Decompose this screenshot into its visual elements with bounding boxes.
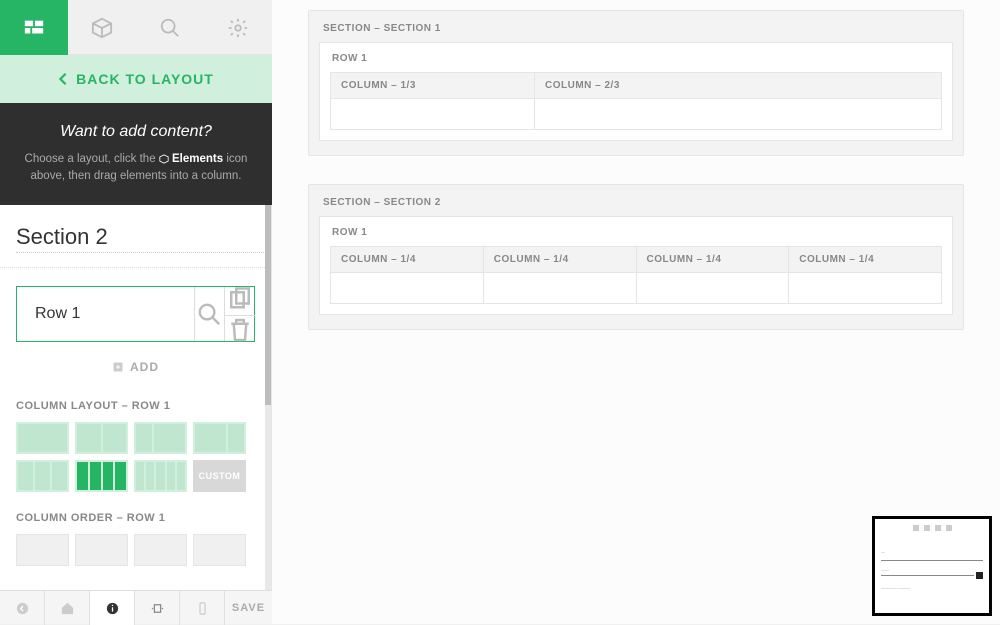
canvas-column[interactable]: COLUMN – 2/3	[534, 72, 942, 130]
column-order-label: COLUMN ORDER – ROW 1	[0, 504, 271, 532]
info-button[interactable]	[90, 591, 135, 625]
canvas-section[interactable]: SECTION – SECTION 1ROW 1COLUMN – 1/3COLU…	[308, 10, 964, 156]
back-to-layout-button[interactable]: BACK TO LAYOUT	[0, 55, 272, 103]
minimap[interactable]: — —— ———— ———	[872, 516, 992, 616]
canvas-column[interactable]: COLUMN – 1/4	[788, 246, 942, 304]
canvas-column-label: COLUMN – 1/4	[789, 247, 941, 273]
layout-options: CUSTOM	[0, 420, 271, 504]
order-option[interactable]	[16, 534, 69, 566]
magnify-icon	[195, 300, 224, 329]
sidebar-scrollbar[interactable]	[265, 205, 271, 590]
top-tabs	[0, 0, 272, 55]
order-options	[0, 532, 271, 568]
copy-icon	[225, 286, 255, 316]
add-row-button[interactable]: ADD	[0, 350, 271, 392]
trash-icon	[225, 315, 255, 345]
canvas-column-body[interactable]	[331, 273, 483, 303]
history-back-button[interactable]	[0, 591, 45, 625]
save-button[interactable]: SAVE	[225, 591, 272, 624]
canvas-column-label: COLUMN – 2/3	[535, 73, 941, 99]
canvas-column-body[interactable]	[637, 273, 789, 303]
tooltip-title: Want to add content?	[15, 123, 257, 141]
row-delete-button[interactable]	[225, 315, 255, 343]
tab-layout[interactable]	[0, 0, 68, 55]
canvas-row-label: ROW 1	[330, 227, 942, 246]
layout-option[interactable]	[75, 460, 128, 492]
tab-inspector[interactable]	[136, 0, 204, 55]
tab-settings[interactable]	[204, 0, 272, 55]
sidebar: Row 1 ADD COLUMN LAYOUT – ROW 1 CUSTOM C…	[0, 205, 272, 590]
tooltip-text: Choose a layout, click the Elements icon…	[15, 151, 257, 186]
section-header	[0, 205, 271, 268]
cube-icon	[159, 154, 169, 164]
arrow-left-circle-icon	[15, 601, 30, 616]
layout-option[interactable]	[16, 460, 69, 492]
plus-square-icon	[112, 361, 124, 373]
canvas-column-label: COLUMN – 1/3	[331, 73, 534, 99]
phone-icon	[195, 601, 210, 616]
canvas-column-body[interactable]	[331, 99, 534, 129]
fullwidth-button[interactable]	[135, 591, 180, 625]
canvas-column[interactable]: COLUMN – 1/3	[330, 72, 535, 130]
layout-option[interactable]	[16, 422, 69, 454]
canvas-row[interactable]: ROW 1COLUMN – 1/3COLUMN – 2/3	[319, 42, 953, 141]
canvas-column-body[interactable]	[535, 99, 941, 129]
layout-option[interactable]	[134, 422, 187, 454]
order-option[interactable]	[134, 534, 187, 566]
canvas-column[interactable]: COLUMN – 1/4	[330, 246, 484, 304]
canvas-column-label: COLUMN – 1/4	[484, 247, 636, 273]
canvas-column-label: COLUMN – 1/4	[331, 247, 483, 273]
order-option[interactable]	[193, 534, 246, 566]
tab-elements[interactable]	[68, 0, 136, 55]
canvas-column[interactable]: COLUMN – 1/4	[636, 246, 790, 304]
info-icon	[105, 601, 120, 616]
canvas-column-body[interactable]	[484, 273, 636, 303]
canvas-column-label: COLUMN – 1/4	[637, 247, 789, 273]
row-duplicate-button[interactable]	[225, 287, 255, 315]
mobile-preview-button[interactable]	[180, 591, 225, 625]
back-label: BACK TO LAYOUT	[76, 71, 214, 87]
canvas-section-label: SECTION – SECTION 2	[319, 195, 953, 216]
layout-option[interactable]	[193, 422, 246, 454]
layout-option[interactable]	[75, 422, 128, 454]
canvas-section-label: SECTION – SECTION 1	[319, 21, 953, 42]
row-item[interactable]: Row 1	[16, 286, 255, 342]
canvas-column-body[interactable]	[789, 273, 941, 303]
chevron-left-icon	[58, 72, 68, 86]
row-label: Row 1	[17, 287, 194, 341]
cube-icon	[91, 17, 113, 39]
layout-option-custom[interactable]: CUSTOM	[193, 460, 246, 492]
canvas-column[interactable]: COLUMN – 1/4	[483, 246, 637, 304]
row-search-button[interactable]	[194, 287, 224, 341]
help-tooltip: Want to add content? Choose a layout, cl…	[0, 103, 272, 206]
bricks-icon	[23, 17, 45, 39]
bottom-toolbar: SAVE	[0, 590, 272, 624]
canvas-row-label: ROW 1	[330, 53, 942, 72]
magnify-icon	[159, 17, 181, 39]
canvas-section[interactable]: SECTION – SECTION 2ROW 1COLUMN – 1/4COLU…	[308, 184, 964, 330]
home-button[interactable]	[45, 591, 90, 625]
gear-icon	[227, 17, 249, 39]
home-icon	[60, 601, 75, 616]
column-layout-label: COLUMN LAYOUT – ROW 1	[0, 392, 271, 420]
order-option[interactable]	[75, 534, 128, 566]
add-label: ADD	[130, 360, 159, 374]
sidebar-scrollbar-thumb[interactable]	[265, 205, 271, 405]
layout-option[interactable]	[134, 460, 187, 492]
expand-horizontal-icon	[150, 601, 165, 616]
canvas-row[interactable]: ROW 1COLUMN – 1/4COLUMN – 1/4COLUMN – 1/…	[319, 216, 953, 315]
section-title-input[interactable]	[16, 224, 272, 253]
